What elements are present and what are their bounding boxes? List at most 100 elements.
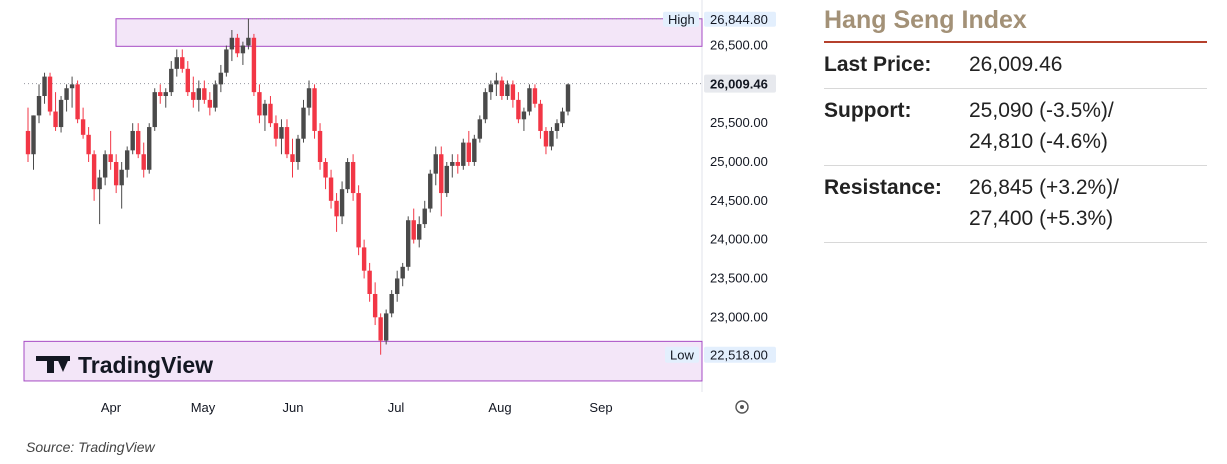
candle-body xyxy=(158,92,163,97)
candle-body xyxy=(554,123,560,131)
candle-body xyxy=(433,154,438,174)
high-tag-label: High xyxy=(668,12,695,27)
candle-body xyxy=(108,154,113,162)
row-value-line: 26,009.46 xyxy=(969,53,1063,76)
candle-body xyxy=(361,247,367,271)
candle-body xyxy=(169,68,174,93)
candle-body xyxy=(428,173,433,209)
candle-body xyxy=(389,293,394,314)
candle-body xyxy=(196,88,202,100)
candle-body xyxy=(483,92,488,120)
last-price-label: 26,009.46 xyxy=(710,77,768,92)
candle-body xyxy=(323,162,328,178)
x-tick-label: Sep xyxy=(589,400,612,415)
watermark-text: TradingView xyxy=(78,352,213,378)
x-tick-label: Jul xyxy=(388,400,405,415)
candle-body xyxy=(163,92,168,97)
row-value: 25,090 (-3.5%)/ 24,810 (-4.6%) xyxy=(969,95,1207,157)
y-tick-label: 23,500.00 xyxy=(710,270,768,285)
candle-body xyxy=(152,92,157,128)
candlestick-chart: 26,500.00 25,500.00 25,000.00 24,500.00 24,0… xyxy=(0,0,790,420)
candle-body xyxy=(97,177,102,190)
candle-body xyxy=(510,84,516,100)
candle-body xyxy=(218,72,224,85)
candle-body xyxy=(488,84,494,93)
candle-body xyxy=(350,162,356,194)
candle-body xyxy=(450,162,455,166)
row-resistance: Resistance: 26,845 (+3.2%)/ 27,400 (+5.3… xyxy=(824,166,1207,243)
candle-body xyxy=(532,88,538,104)
candle-body xyxy=(383,313,389,341)
candle-body xyxy=(80,119,86,135)
candle-body xyxy=(31,115,36,155)
candle-body xyxy=(367,270,372,294)
y-tick-label: 24,000.00 xyxy=(710,232,768,247)
candle-body xyxy=(141,154,146,170)
candle-body xyxy=(185,68,190,93)
candle-body xyxy=(317,130,323,162)
candle-body xyxy=(372,293,378,318)
candle-body xyxy=(75,84,80,120)
info-panel: Hang Seng Index Last Price: 26,009.46 Su… xyxy=(824,4,1207,243)
candle-body xyxy=(394,278,400,294)
chart-canvas: 26,500.00 25,500.00 25,000.00 24,500.00 24,0… xyxy=(23,0,776,415)
candle-body xyxy=(147,127,152,170)
row-label: Last Price: xyxy=(824,53,932,76)
candle-body xyxy=(284,127,290,155)
candle-body xyxy=(47,76,53,112)
candle-body xyxy=(411,220,416,240)
row-value: 26,009.46 xyxy=(969,49,1207,80)
candle-body xyxy=(174,57,179,69)
x-tick-label: Jun xyxy=(283,400,304,415)
candle-body xyxy=(400,266,405,279)
settings-icon-center xyxy=(740,405,744,409)
y-tick-label: 24,500.00 xyxy=(710,193,768,208)
x-tick-label: Apr xyxy=(101,400,122,415)
y-tick-label: 25,500.00 xyxy=(710,115,768,130)
candle-body xyxy=(339,189,345,217)
row-value-line: 24,810 (-4.6%) xyxy=(969,130,1108,153)
row-value-line: 25,090 (-3.5%)/ xyxy=(969,99,1114,122)
candle-body xyxy=(290,154,295,162)
candle-body xyxy=(295,138,301,162)
candle-body xyxy=(207,99,213,108)
candle-body xyxy=(251,37,257,93)
high-zone xyxy=(115,18,703,47)
candle-body xyxy=(229,37,235,50)
candle-body xyxy=(119,169,124,186)
candle-body xyxy=(345,162,350,190)
candle-body xyxy=(527,88,532,112)
candle-body xyxy=(461,142,466,166)
candle-body xyxy=(356,193,361,248)
candle-body xyxy=(235,37,240,54)
candle-body xyxy=(455,162,460,166)
y-tick-label: 26,500.00 xyxy=(710,38,768,53)
candle-body xyxy=(69,84,75,89)
candle-body xyxy=(560,111,565,124)
row-last-price: Last Price: 26,009.46 xyxy=(824,43,1207,89)
candle-body xyxy=(64,88,69,100)
candle-body xyxy=(279,127,284,139)
candle-body xyxy=(213,84,218,108)
candle-body xyxy=(505,84,510,97)
row-value-line: 26,845 (+3.2%)/ xyxy=(969,176,1120,199)
candle-body xyxy=(191,92,196,100)
candle-body xyxy=(378,317,383,341)
candle-body xyxy=(202,88,207,100)
row-value-line: 27,400 (+5.3%) xyxy=(969,207,1114,230)
candle-body xyxy=(538,103,543,131)
candle-body xyxy=(42,76,47,97)
candle-body xyxy=(549,130,554,147)
candle-body xyxy=(262,103,268,116)
row-support: Support: 25,090 (-3.5%)/ 24,810 (-4.6%) xyxy=(824,89,1207,166)
candle-body xyxy=(334,200,339,217)
candle-body xyxy=(257,92,262,116)
low-tag-label: Low xyxy=(670,348,694,363)
candle-body xyxy=(422,208,427,225)
high-value-label: 26,844.80 xyxy=(710,12,768,27)
candle-body xyxy=(466,142,472,162)
candle-body xyxy=(477,119,483,139)
candle-body xyxy=(472,138,477,162)
row-label: Support: xyxy=(824,99,912,122)
panel-title: Hang Seng Index xyxy=(824,4,1207,43)
